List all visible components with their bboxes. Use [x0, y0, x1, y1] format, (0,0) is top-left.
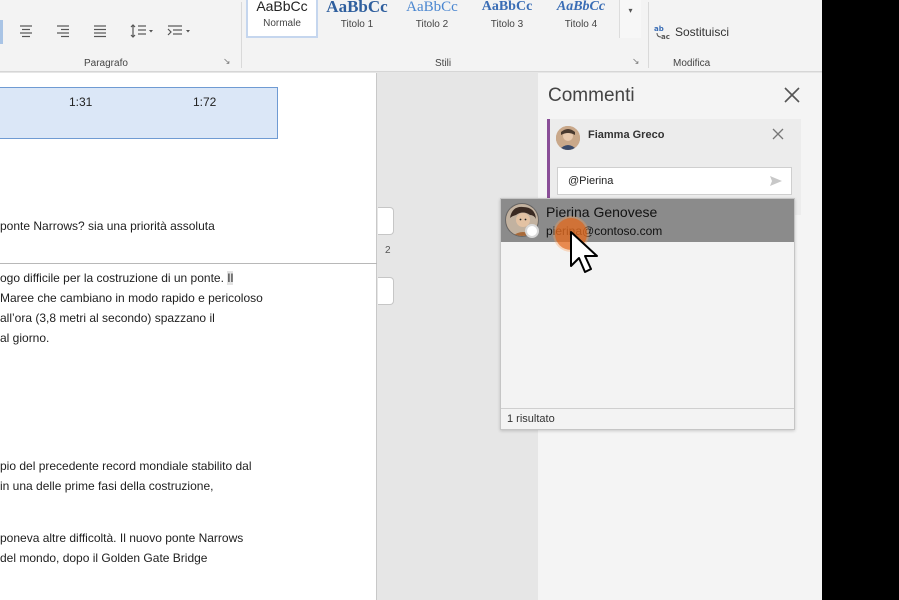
- style-sample: AaBbCc: [481, 0, 533, 14]
- paragraph-launcher-icon[interactable]: ↘: [223, 56, 233, 66]
- svg-text:ab: ab: [654, 25, 664, 33]
- results-count: 1 risultato: [507, 413, 555, 425]
- style-titolo-4[interactable]: AaBbCc Titolo 4: [544, 0, 618, 38]
- comment-author: Fiamma Greco: [588, 129, 665, 141]
- page-break: [0, 263, 377, 264]
- comment-marker[interactable]: [378, 277, 394, 305]
- ribbon-separator: [648, 2, 649, 68]
- comment-input-text: @Pierina: [568, 175, 614, 187]
- document-page[interactable]: 1:31 1:72 ponte Narrows? sia una priorit…: [0, 73, 377, 600]
- justify-button[interactable]: [92, 24, 112, 40]
- text-line: Maree che cambiano in modo rapido e peri…: [0, 291, 263, 305]
- replace-button[interactable]: ab ac Sostituisci: [654, 22, 729, 42]
- page-number: 2: [385, 245, 391, 256]
- text-line: ogo difficile per la costruzione di un p…: [0, 271, 234, 285]
- style-name: Titolo 2: [415, 19, 449, 30]
- text-line: all’ora (3,8 metri al secondo) spazzano …: [0, 311, 215, 325]
- screen-edge: [822, 0, 899, 600]
- replace-label: Sostituisci: [675, 25, 730, 39]
- style-name: Titolo 3: [490, 19, 524, 30]
- edit-group-label: Modifica: [673, 58, 711, 69]
- style-titolo-3[interactable]: AaBbCc Titolo 3: [470, 0, 544, 38]
- style-sample: AaBbCc: [326, 0, 388, 16]
- close-icon[interactable]: [781, 84, 803, 106]
- table-cell: 1:31: [69, 95, 93, 109]
- replace-icon: ab ac: [654, 25, 670, 40]
- comment-marker[interactable]: [378, 207, 394, 235]
- table-row[interactable]: 1:31 1:72: [0, 87, 278, 139]
- table-cell: 1:72: [193, 95, 217, 109]
- style-sample: AaBbCc: [256, 0, 308, 14]
- line-spacing-button[interactable]: [129, 24, 155, 40]
- mouse-pointer-icon: [570, 231, 598, 273]
- line-spacing-icon: [130, 24, 153, 38]
- align-center-button[interactable]: [18, 24, 38, 40]
- style-name: Titolo 4: [564, 19, 598, 30]
- presence-status-icon: [525, 224, 539, 238]
- suggestion-item[interactable]: Pierina Genovese pierina@contoso.com: [501, 199, 794, 242]
- comments-title: Commenti: [548, 85, 635, 106]
- ribbon: Paragrafo ↘ AaBbCc Normale AaBbCc Titolo…: [0, 0, 822, 72]
- style-name: Titolo 1: [340, 19, 374, 30]
- style-titolo-2[interactable]: AaBbCc Titolo 2: [395, 0, 469, 38]
- text-line: del mondo, dopo il Golden Gate Bridge: [0, 551, 208, 565]
- style-name: Normale: [263, 18, 301, 29]
- paragraph-group-label: Paragrafo: [84, 58, 128, 69]
- ribbon-separator: [241, 2, 242, 68]
- style-normale[interactable]: AaBbCc Normale: [246, 0, 318, 38]
- justify-icon: [94, 25, 106, 38]
- styles-more-button[interactable]: ▾: [619, 0, 641, 38]
- style-sample: AaBbCc: [406, 0, 458, 15]
- text-line: al giorno.: [0, 331, 50, 345]
- text-line: in una delle prime fasi della costruzion…: [0, 479, 214, 493]
- alignment-selected-indicator: [0, 20, 3, 44]
- results-footer: 1 risultato: [501, 408, 794, 429]
- style-titolo-1[interactable]: AaBbCc Titolo 1: [320, 0, 394, 38]
- close-icon[interactable]: [771, 127, 785, 141]
- send-icon[interactable]: [769, 175, 783, 187]
- text-line: pio del precedente record mondiale stabi…: [0, 459, 252, 473]
- avatar: [556, 126, 580, 150]
- shading-icon: [167, 25, 190, 36]
- svg-text:ac: ac: [661, 33, 670, 40]
- align-center-icon: [20, 25, 32, 38]
- text-line: ponte Narrows? sia una priorità assoluta: [0, 219, 215, 233]
- word-window: Paragrafo ↘ AaBbCc Normale AaBbCc Titolo…: [0, 0, 822, 600]
- suggestion-name: Pierina Genovese: [546, 204, 658, 220]
- shading-button[interactable]: [166, 24, 192, 40]
- highlighted-text: Il: [227, 271, 234, 285]
- mention-suggestions: Pierina Genovese pierina@contoso.com 1 r…: [500, 198, 795, 430]
- align-right-button[interactable]: [55, 24, 75, 40]
- text-line: poneva altre difficoltà. Il nuovo ponte …: [0, 531, 244, 545]
- align-right-icon: [57, 25, 69, 38]
- chevron-down-icon: ▾: [628, 6, 633, 15]
- comment-input[interactable]: @Pierina: [557, 167, 792, 195]
- styles-group-label: Stili: [435, 58, 452, 69]
- style-sample: AaBbCc: [556, 0, 606, 14]
- styles-launcher-icon[interactable]: ↘: [632, 56, 642, 66]
